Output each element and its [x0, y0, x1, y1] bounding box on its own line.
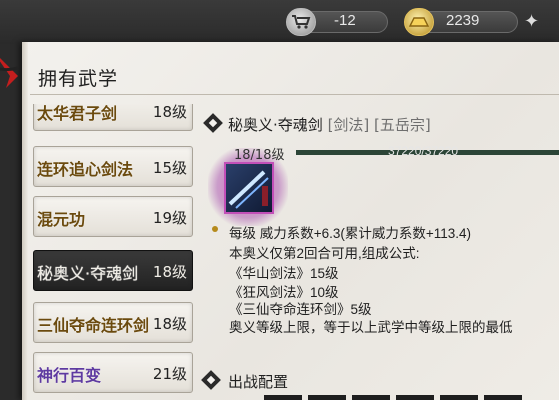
skill-list[interactable]: 太华君子剑 18级 连环追心剑法 15级 混元功 19级 秘奥义·夺魂剑 18级… [33, 104, 193, 400]
page-title: 拥有武学 [38, 68, 119, 90]
detail-line: 奥义等级上限，等于以上武学中等级上限的最低 [229, 320, 513, 335]
resource-cart-value: -12 [334, 12, 356, 29]
skill-item[interactable]: 神行百变 21级 [33, 352, 193, 393]
detail-line: 本奥义仅第2回合可用,组成公式: [229, 246, 420, 261]
resource-gold-value: 2239 [446, 12, 480, 29]
skill-level: 18级 [152, 263, 187, 281]
skill-level: 21级 [152, 365, 187, 383]
skill-item[interactable]: 太华君子剑 18级 [33, 104, 193, 131]
gold-bullet-icon [212, 226, 218, 232]
skill-name: 混元功 [37, 210, 86, 229]
detail-line: 《华山剑法》15级 [229, 266, 339, 281]
brush-mark-icon [0, 58, 19, 88]
detail-line: 《三仙夺命连环剑》5级 [229, 302, 372, 317]
skill-name: 三仙夺命连环剑 [37, 316, 150, 335]
battle-slot[interactable] [484, 395, 522, 400]
resource-gold[interactable]: 2239 ✦ [404, 8, 554, 36]
title-divider [30, 94, 559, 95]
skill-name: 太华君子剑 [37, 104, 118, 123]
skill-detail-name: 秘奥义·夺魂剑 [228, 116, 323, 134]
exp-text: 37220/37220 [388, 144, 459, 158]
battle-slot[interactable] [308, 395, 346, 400]
diamond-bullet-icon [203, 113, 223, 133]
skill-level-progress: 18/18级 [234, 148, 285, 163]
skill-level: 18级 [152, 315, 187, 333]
battle-slot[interactable] [440, 395, 478, 400]
skill-level: 18级 [152, 104, 187, 121]
top-resource-bar: -12 2239 ✦ [0, 0, 559, 44]
skill-level: 15级 [152, 159, 187, 177]
resource-cart[interactable]: -12 [286, 8, 406, 36]
skill-name: 秘奥义·夺魂剑 [37, 264, 139, 283]
gold-ingot-icon [404, 8, 434, 36]
skill-level: 19级 [152, 209, 187, 227]
battle-slot[interactable] [352, 395, 390, 400]
diamond-bullet-icon [201, 370, 221, 390]
cart-icon [286, 8, 316, 36]
skill-detail-title: 秘奥义·夺魂剑 [剑法] [五岳宗] [228, 114, 431, 135]
battle-config-heading: 出战配置 [228, 373, 289, 391]
skill-item[interactable]: 混元功 19级 [33, 196, 193, 237]
battle-slots[interactable] [264, 395, 559, 400]
battle-slot[interactable] [264, 395, 302, 400]
skill-name: 连环追心剑法 [37, 160, 134, 179]
add-gold-icon[interactable]: ✦ [524, 13, 542, 31]
skill-name: 神行百变 [37, 366, 102, 385]
skill-item[interactable]: 连环追心剑法 15级 [33, 146, 193, 187]
skill-item-selected[interactable]: 秘奥义·夺魂剑 18级 [33, 250, 193, 291]
skill-item[interactable]: 三仙夺命连环剑 18级 [33, 302, 193, 343]
detail-line: 每级 威力系数+6.3(累计威力系数+113.4) [229, 226, 472, 241]
panel-edge [22, 42, 28, 400]
skill-art-icon [224, 162, 274, 214]
battle-slot[interactable] [396, 395, 434, 400]
skill-detail-category: [剑法] [五岳宗] [327, 116, 431, 134]
